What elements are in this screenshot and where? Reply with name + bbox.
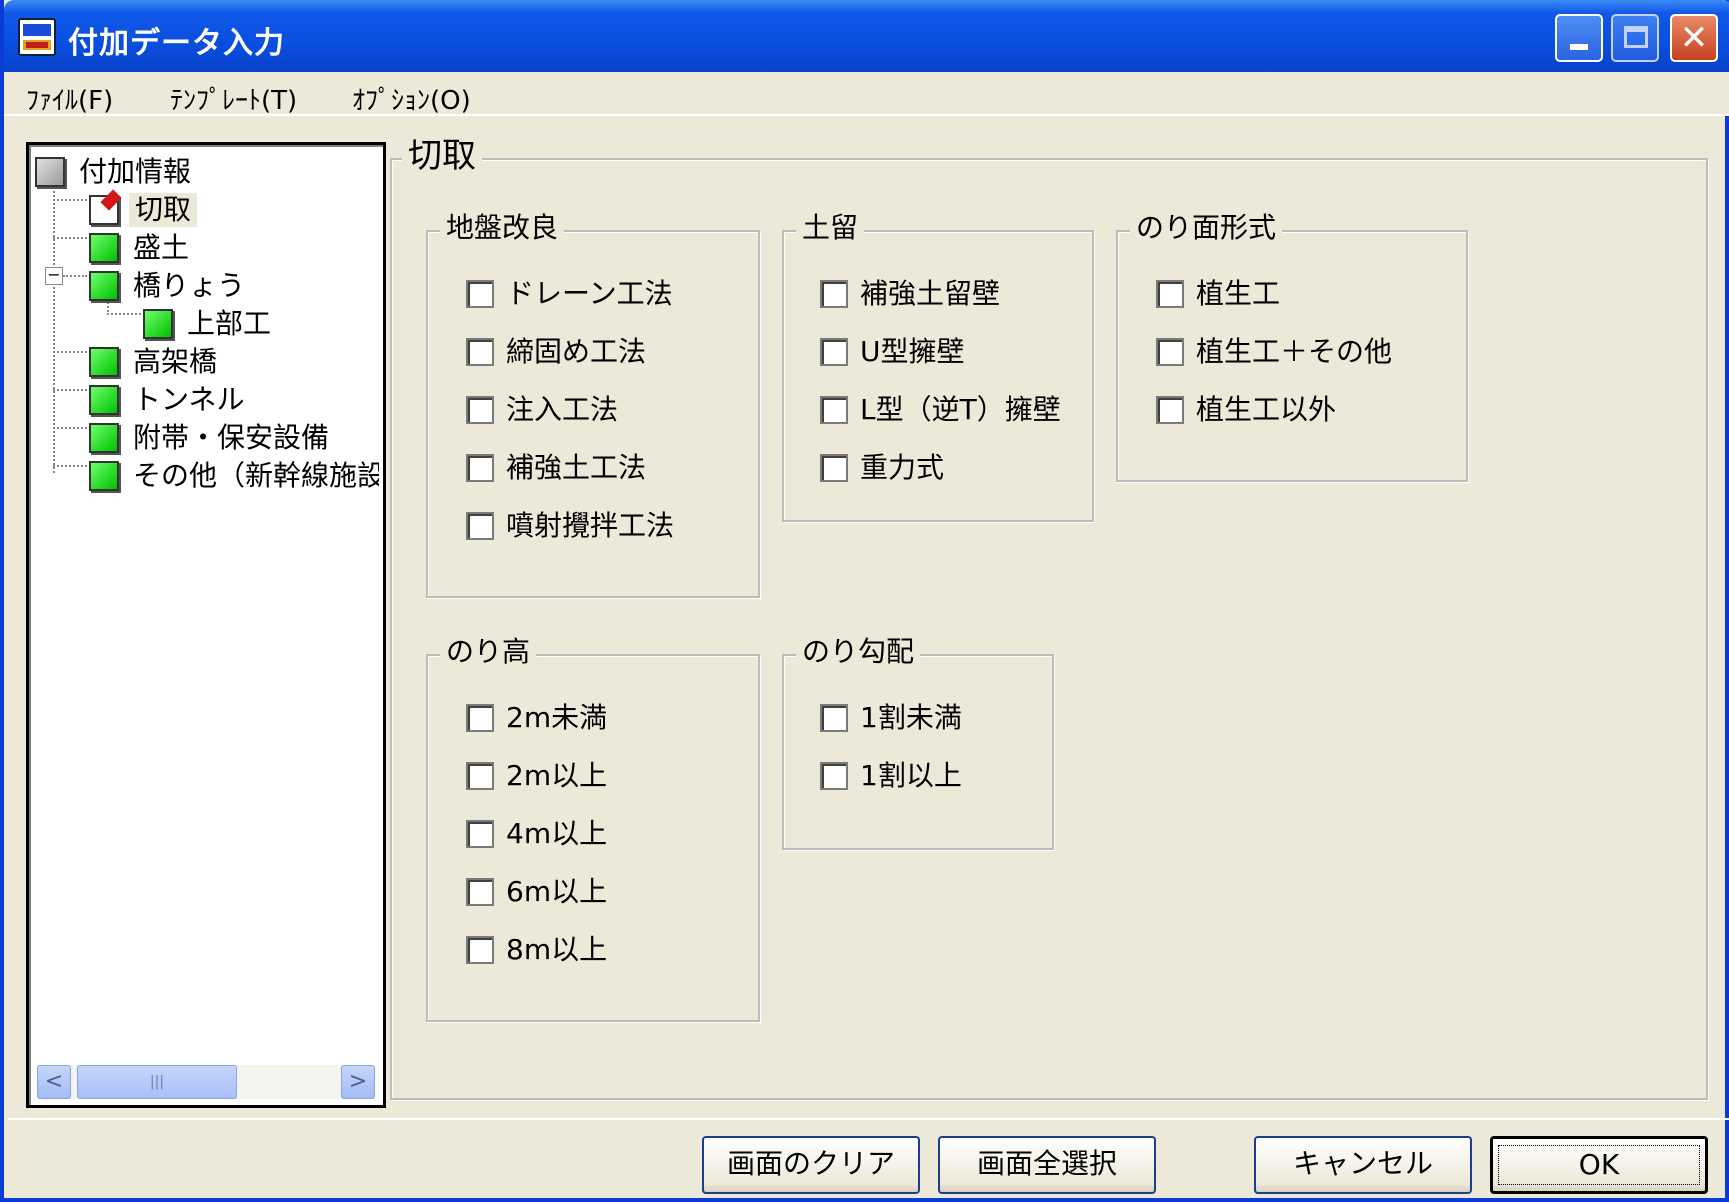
dodome-group-title: 土留	[796, 212, 865, 244]
cancel-button[interactable]: キャンセル	[1254, 1136, 1472, 1194]
menu-options[interactable]: ｵﾌﾟｼｮﾝ(O)	[348, 78, 475, 119]
menu-template[interactable]: ﾃﾝﾌﾟﾚｰﾄ(T)	[166, 78, 301, 119]
menu-bar: ﾌｧｲﾙ(F) ﾃﾝﾌﾟﾚｰﾄ(T) ｵﾌﾟｼｮﾝ(O)	[4, 72, 1729, 116]
horizontal-scrollbar[interactable]: < ||| >	[37, 1065, 375, 1099]
close-icon: ✕	[1679, 18, 1709, 58]
noridaka-group-title: のり高	[440, 636, 537, 668]
jiban-group-title: 地盤改良	[440, 212, 565, 244]
maximize-button[interactable]	[1611, 14, 1659, 62]
app-icon	[18, 18, 56, 56]
scroll-thumb[interactable]: |||	[77, 1065, 237, 1099]
close-button[interactable]: ✕	[1670, 14, 1718, 62]
norimen-group-title: のり面形式	[1130, 212, 1283, 244]
collapse-icon[interactable]: −	[45, 267, 63, 285]
node-status-icon	[143, 309, 173, 339]
menu-file[interactable]: ﾌｧｲﾙ(F)	[22, 78, 117, 119]
norikoubai-group-title: のり勾配	[796, 636, 921, 668]
minimize-icon	[1570, 44, 1588, 50]
node-status-icon	[89, 233, 119, 263]
tree-node-sonota[interactable]: その他（新幹線施設	[89, 459, 379, 495]
tree-view[interactable]: 付加情報 切取 盛土 − 橋りょう 上部工 高架橋 トンネル 附帯・保安設備 そ…	[26, 142, 386, 1108]
main-group-title: 切取	[402, 136, 482, 176]
node-status-icon	[89, 347, 119, 377]
node-status-icon	[35, 157, 65, 187]
norikoubai-group	[782, 654, 1054, 850]
window-title: 付加データ入力	[68, 26, 285, 61]
bottom-separator	[8, 1118, 1729, 1120]
node-status-icon	[89, 423, 119, 453]
maximize-icon	[1624, 26, 1648, 48]
title-bar[interactable]: 付加データ入力 ✕	[4, 0, 1729, 72]
edit-pencil-icon	[89, 195, 119, 225]
ok-button-label: OK	[1497, 1145, 1701, 1185]
scroll-left-icon[interactable]: <	[37, 1065, 71, 1099]
scroll-right-icon[interactable]: >	[341, 1065, 375, 1099]
ok-button[interactable]: OK	[1490, 1136, 1708, 1194]
node-status-icon	[89, 461, 119, 491]
minimize-button[interactable]	[1555, 14, 1603, 62]
select-all-button[interactable]: 画面全選択	[938, 1136, 1156, 1194]
main-window: 付加データ入力 ✕ ﾌｧｲﾙ(F) ﾃﾝﾌﾟﾚｰﾄ(T) ｵﾌﾟｼｮﾝ(O) 付…	[0, 0, 1729, 1202]
node-status-icon	[89, 271, 119, 301]
node-status-icon	[89, 385, 119, 415]
clear-screen-button[interactable]: 画面のクリア	[702, 1136, 920, 1194]
